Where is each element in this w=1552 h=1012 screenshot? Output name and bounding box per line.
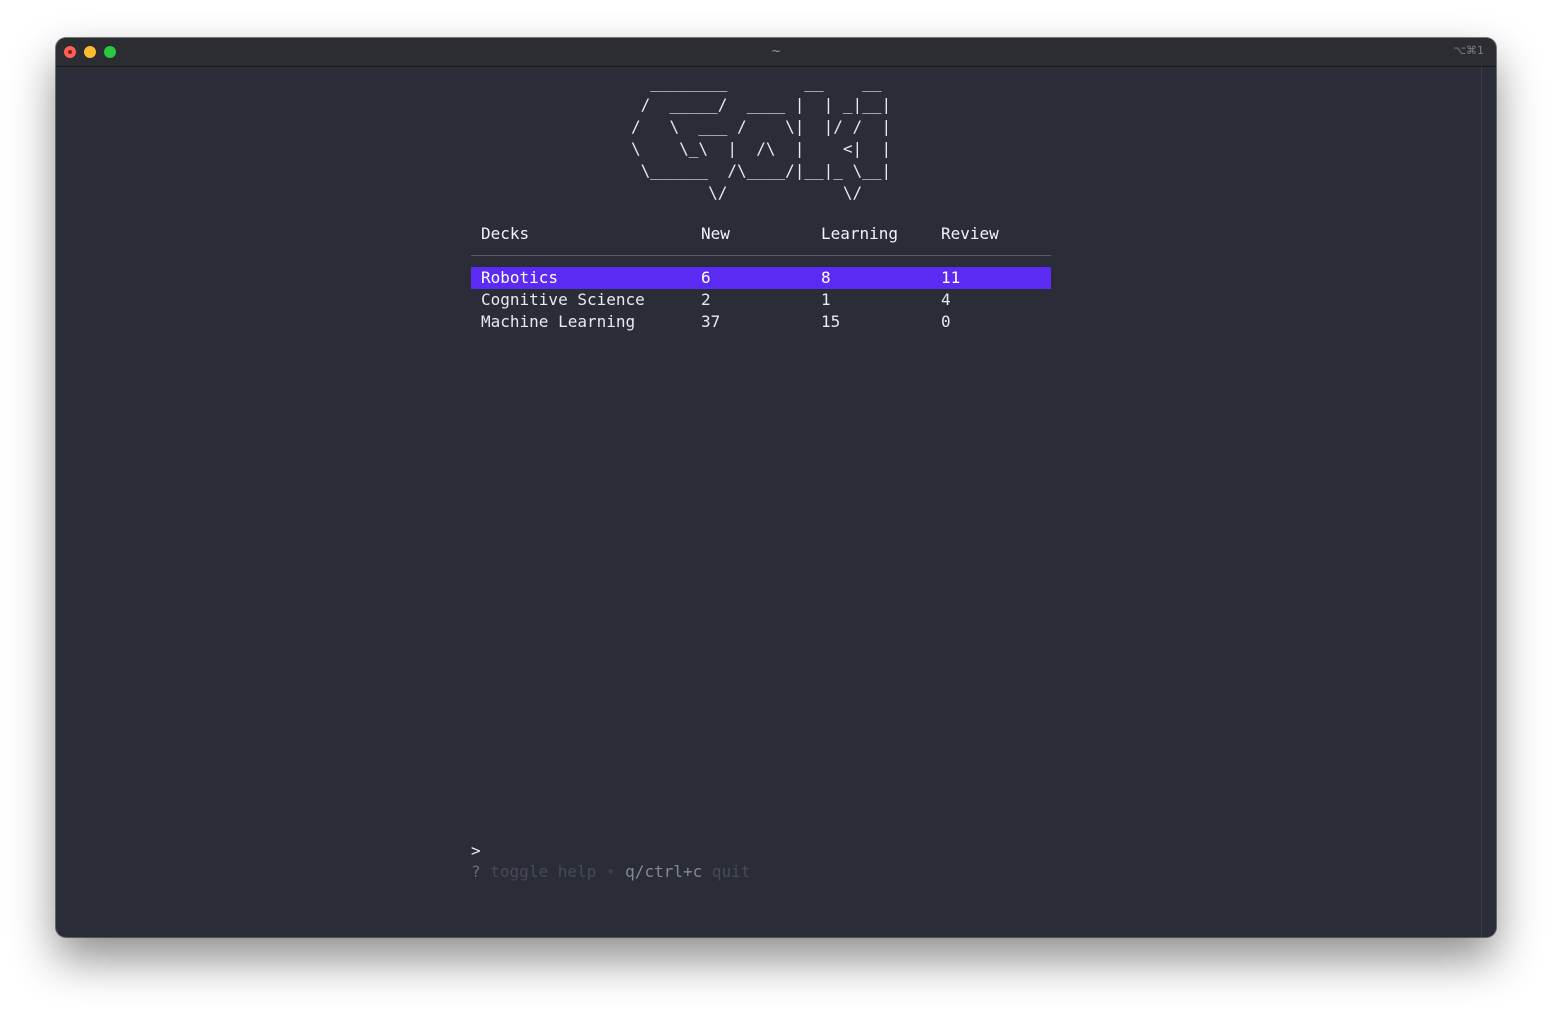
- table-row[interactable]: Cognitive Science 2 1 4: [471, 289, 1051, 311]
- new-count: 6: [701, 268, 711, 287]
- learning-count: 1: [821, 290, 831, 309]
- help-bar: ? toggle help • q/ctrl+c quit: [471, 861, 750, 883]
- command-prompt[interactable]: >: [471, 840, 481, 862]
- table-row[interactable]: Robotics 6 8 11: [471, 267, 1051, 289]
- column-header-decks: Decks: [481, 224, 530, 243]
- learning-count: 15: [821, 312, 841, 331]
- window-title: ~: [770, 44, 782, 58]
- review-count: 0: [941, 312, 951, 331]
- learning-count: 8: [821, 268, 831, 287]
- deck-name: Machine Learning: [481, 312, 636, 331]
- review-count: 4: [941, 290, 951, 309]
- help-separator: •: [605, 862, 616, 881]
- deck-name: Cognitive Science: [481, 290, 645, 309]
- window-shortcut: ⌥⌘1: [1453, 44, 1484, 57]
- help-quit-key: q/ctrl+c: [625, 862, 703, 881]
- app-logo-ascii: ________ __ __ / _____/ ____ | | _|__| /…: [631, 73, 892, 202]
- new-count: 37: [701, 312, 721, 331]
- deck-name: Robotics: [481, 268, 559, 287]
- table-row[interactable]: Machine Learning 37 15 0: [471, 311, 1051, 333]
- header-divider: [471, 255, 1051, 256]
- scrollbar[interactable]: [1481, 67, 1496, 937]
- review-count: 11: [941, 268, 961, 287]
- table-header: Decks New Learning Review: [471, 223, 1051, 245]
- new-count: 2: [701, 290, 711, 309]
- deck-table: Decks New Learning Review Robotics 6 8 1…: [471, 223, 1051, 333]
- title-bar: ~ ⌥⌘1: [56, 38, 1496, 67]
- help-quit-label: quit: [711, 862, 751, 881]
- help-toggle-label: toggle help: [490, 862, 597, 881]
- column-header-learning: Learning: [821, 224, 899, 243]
- help-toggle-key: ?: [471, 862, 481, 881]
- prompt-symbol: >: [471, 841, 481, 860]
- column-header-review: Review: [941, 224, 999, 243]
- terminal-window: ~ ⌥⌘1 ________ __ __ / _____/ ____ | | _…: [56, 38, 1496, 937]
- column-header-new: New: [701, 224, 730, 243]
